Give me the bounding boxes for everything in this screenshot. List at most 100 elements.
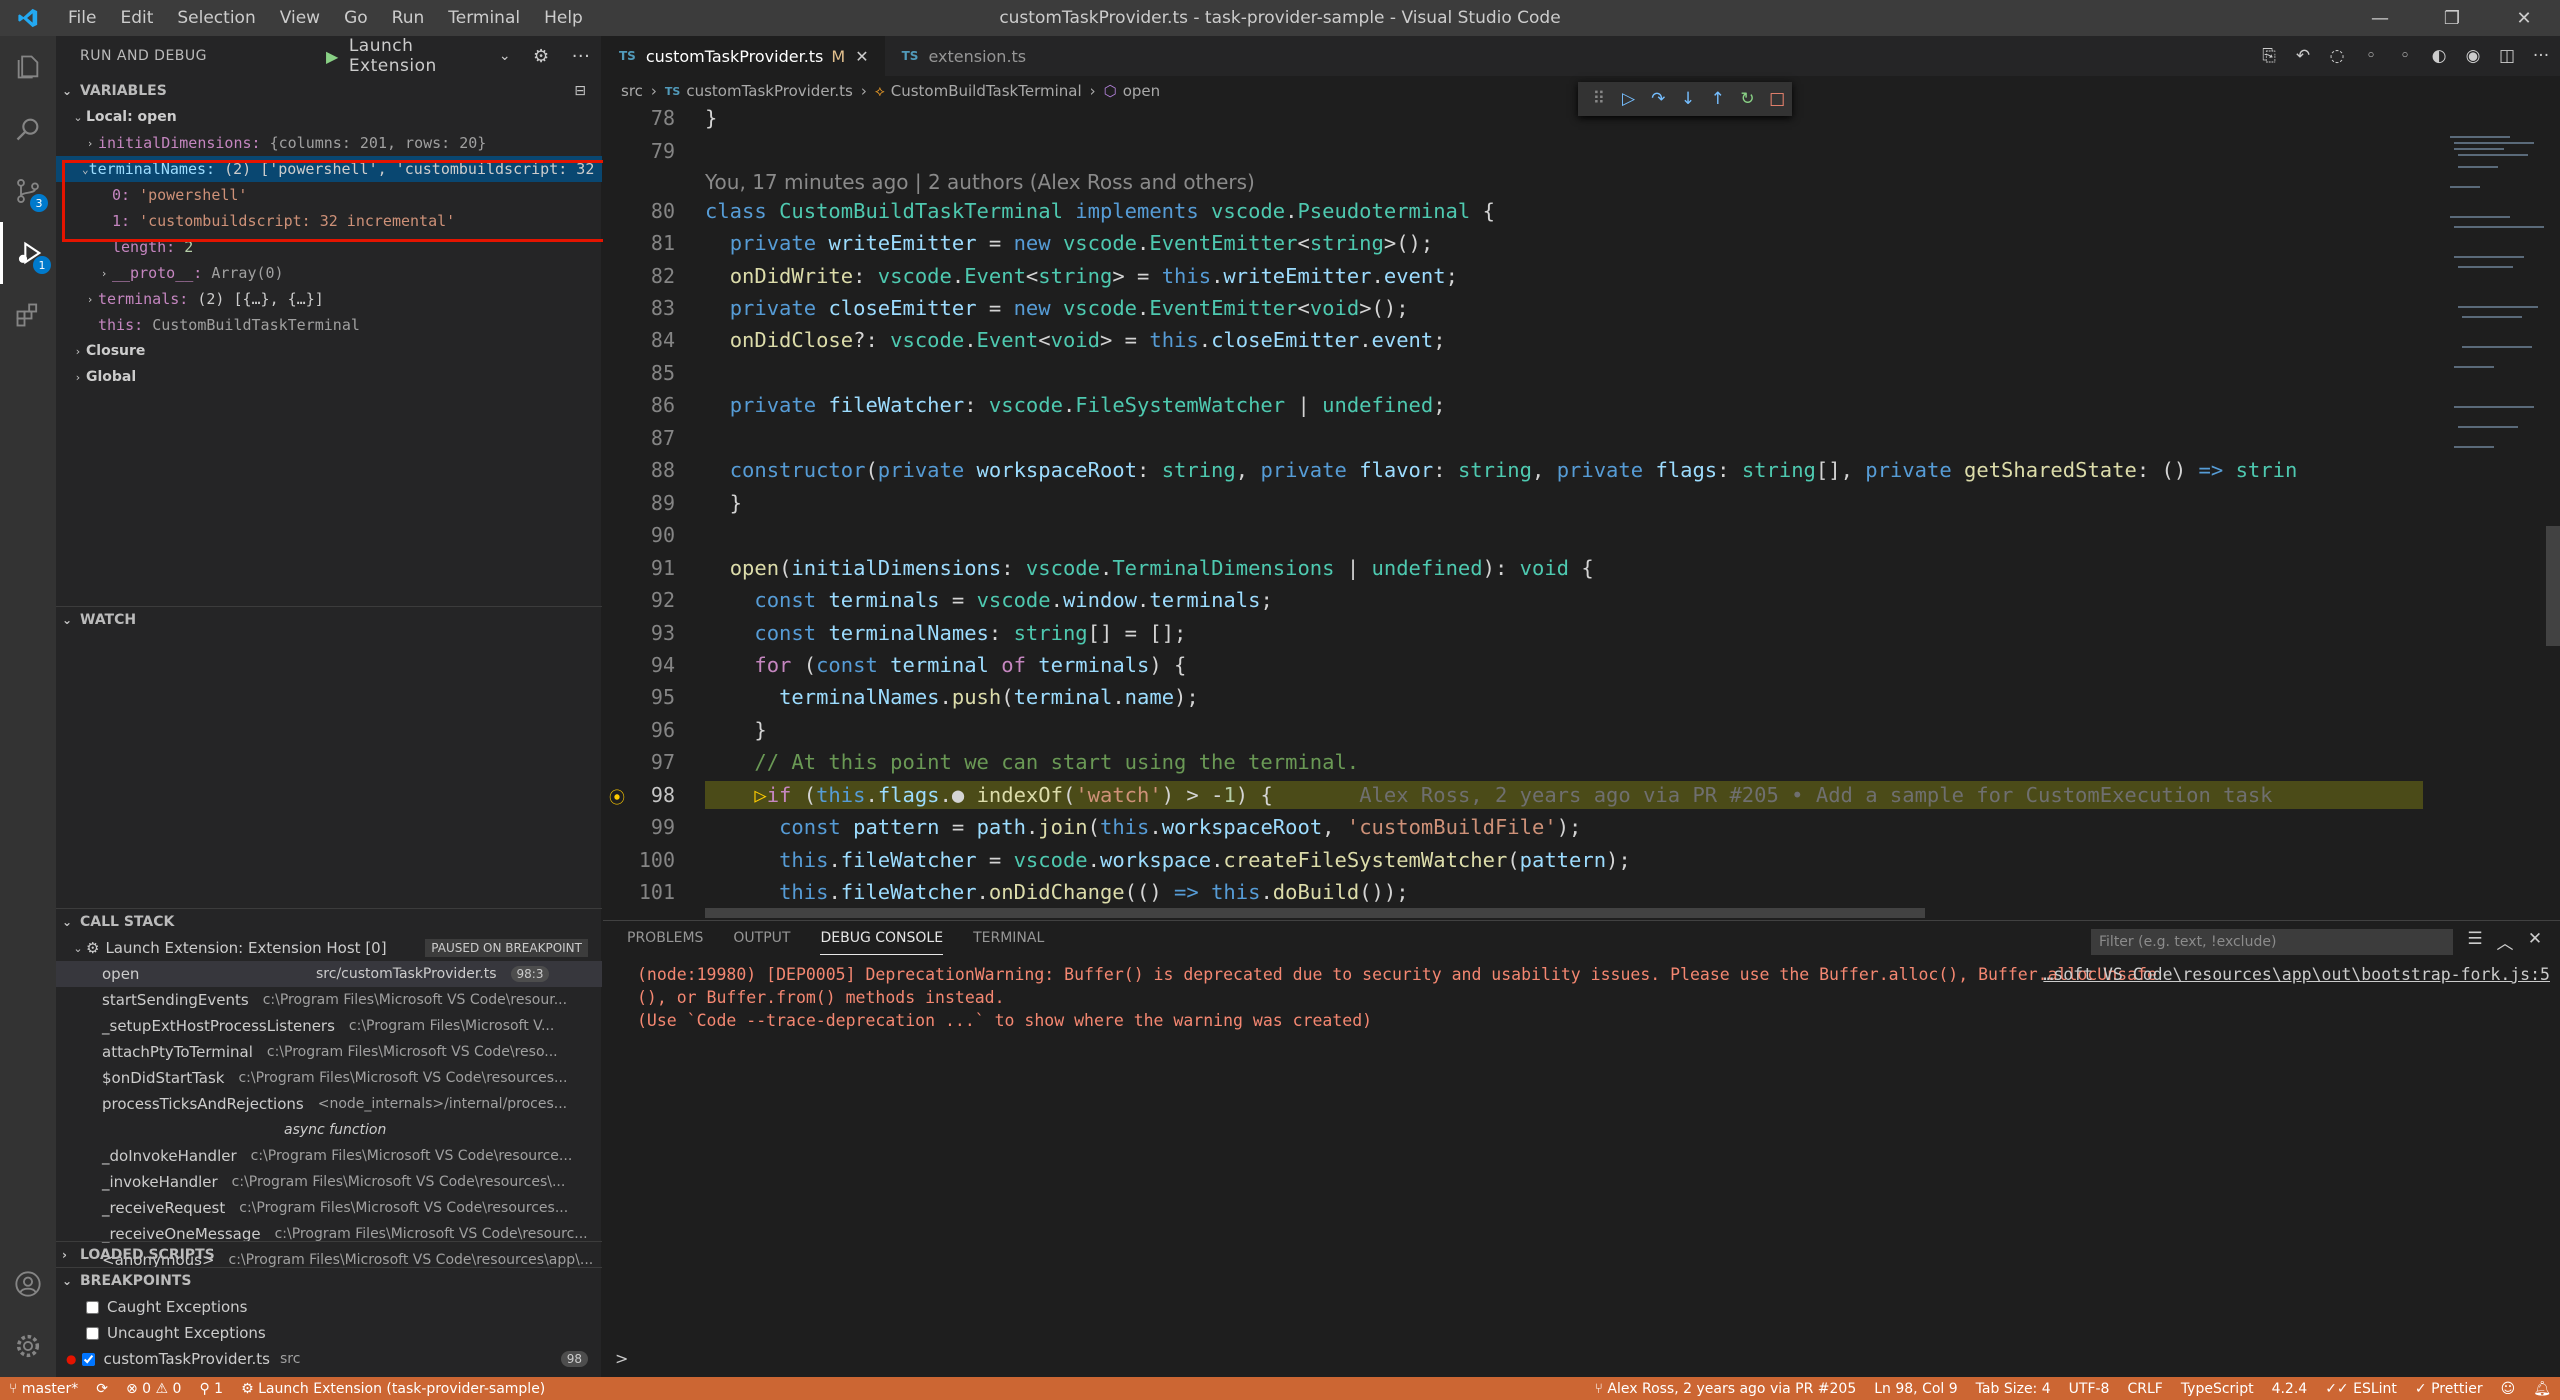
watch-header[interactable]: ⌄ WATCH <box>56 607 602 633</box>
variable-row[interactable]: › initialDimensions: {columns: 201, rows… <box>56 130 602 156</box>
launch-config-label[interactable]: Launch Extension <box>349 36 499 76</box>
debug-session-item[interactable]: ⚙ Launch Extension (task-provider-sample… <box>232 1381 554 1397</box>
tab-extension[interactable]: TS extension.ts <box>886 36 1044 76</box>
current-breakpoint-icon[interactable]: ⦿ <box>609 784 625 808</box>
breadcrumb-method[interactable]: open <box>1123 82 1160 100</box>
more-actions-icon[interactable]: ··· <box>2526 46 2556 66</box>
vertical-scrollbar[interactable] <box>2546 106 2560 920</box>
stack-frame[interactable]: _receiveRequest c:\Program Files\Microso… <box>56 1195 602 1221</box>
notifications-icon[interactable]: 🔔︎ <box>2524 1381 2560 1397</box>
preview-icon[interactable]: ◉ <box>2458 46 2488 66</box>
breadcrumb-class[interactable]: CustomBuildTaskTerminal <box>891 82 1082 100</box>
uncaught-exceptions-checkbox[interactable] <box>86 1326 99 1340</box>
tab-debug-console[interactable]: DEBUG CONSOLE <box>820 921 944 955</box>
eslint-item[interactable]: ✓✓ ESLint <box>2316 1381 2406 1397</box>
code-editor[interactable]: 78 79 80 81 82 83 84 85 86 87 88 89 90 9… <box>603 106 2423 920</box>
search-icon[interactable] <box>0 98 56 160</box>
breadcrumb-file[interactable]: customTaskProvider.ts <box>686 82 852 100</box>
run-debug-icon[interactable]: 1 <box>0 222 56 284</box>
menu-run[interactable]: Run <box>380 0 437 36</box>
source-control-icon[interactable]: 3 <box>0 160 56 222</box>
line-ending[interactable]: CRLF <box>2118 1381 2171 1397</box>
toggle-blame-icon[interactable]: ◐ <box>2424 46 2454 66</box>
scope-local[interactable]: ⌄ Local: open <box>56 104 602 130</box>
tab-problems[interactable]: PROBLEMS <box>627 921 703 955</box>
language-mode[interactable]: TypeScript <box>2172 1381 2263 1397</box>
tab-terminal[interactable]: TERMINAL <box>973 921 1044 955</box>
tab-output[interactable]: OUTPUT <box>733 921 790 955</box>
explorer-icon[interactable] <box>0 36 56 98</box>
menu-go[interactable]: Go <box>332 0 380 36</box>
close-panel-icon[interactable]: ✕ <box>2520 929 2550 954</box>
loaded-scripts-header[interactable]: › LOADED SCRIPTS <box>56 1242 602 1268</box>
breakpoint-uncaught-exceptions[interactable]: Uncaught Exceptions <box>56 1320 602 1346</box>
more-actions-icon[interactable]: ··· <box>572 46 591 67</box>
timeline-prev-icon[interactable]: ↶ <box>2288 46 2318 66</box>
launch-config-picker[interactable]: ▶ Launch Extension ⌄ ⚙ ··· <box>326 36 612 76</box>
prettier-item[interactable]: ✓ Prettier <box>2406 1381 2492 1397</box>
extensions-icon[interactable] <box>0 284 56 346</box>
clear-console-icon[interactable]: ☰ <box>2460 929 2490 954</box>
variable-row[interactable]: this: CustomBuildTaskTerminal <box>56 312 602 338</box>
stack-frame[interactable]: _invokeHandler c:\Program Files\Microsof… <box>56 1169 602 1195</box>
minimap[interactable] <box>2440 106 2560 920</box>
next-change-icon[interactable]: ◦ <box>2390 46 2420 66</box>
tab-size[interactable]: Tab Size: 4 <box>1967 1381 2060 1397</box>
breakpoint-caught-exceptions[interactable]: Caught Exceptions <box>56 1294 602 1320</box>
accounts-icon[interactable] <box>0 1253 56 1315</box>
cursor-position[interactable]: Ln 98, Col 9 <box>1865 1381 1966 1397</box>
start-debug-icon[interactable]: ▶ <box>326 47 339 66</box>
stack-frame-current[interactable]: open src/customTaskProvider.ts 98:3 <box>56 961 602 987</box>
git-compare-icon[interactable]: ◌ <box>2322 46 2352 66</box>
breakpoint-file[interactable]: ● customTaskProvider.ts src 98 <box>56 1346 602 1372</box>
gear-icon[interactable]: ⚙ <box>533 46 550 67</box>
minimize-icon[interactable]: — <box>2344 0 2416 36</box>
stack-frame[interactable]: startSendingEvents c:\Program Files\Micr… <box>56 987 602 1013</box>
sync-icon[interactable]: ⟳ <box>87 1381 117 1397</box>
problems-item[interactable]: ⊗ 0 ⚠ 0 <box>117 1381 190 1397</box>
menu-terminal[interactable]: Terminal <box>436 0 532 36</box>
code-lens-blame[interactable]: You, 17 minutes ago | 2 authors (Alex Ro… <box>705 170 1255 194</box>
menu-file[interactable]: File <box>56 0 108 36</box>
stack-frame[interactable]: $onDidStartTask c:\Program Files\Microso… <box>56 1065 602 1091</box>
encoding[interactable]: UTF-8 <box>2060 1381 2119 1397</box>
prev-change-icon[interactable]: ◦ <box>2356 46 2386 66</box>
console-filter-input[interactable]: Filter (e.g. text, !exclude) <box>2091 929 2453 955</box>
menu-selection[interactable]: Selection <box>165 0 267 36</box>
console-source-link[interactable]: …soft VS Code\resources\app\out\bootstra… <box>2043 965 2550 984</box>
scope-closure[interactable]: › Closure <box>56 338 602 364</box>
ports-item[interactable]: ⚲ 1 <box>190 1381 232 1397</box>
open-changes-icon[interactable]: ⎘ <box>2254 46 2284 66</box>
breadcrumb-folder[interactable]: src <box>621 82 643 100</box>
scope-global[interactable]: › Global <box>56 364 602 390</box>
variable-row[interactable]: › __proto__: Array(0) <box>56 260 602 286</box>
stack-frame[interactable]: _doInvokeHandler c:\Program Files\Micros… <box>56 1143 602 1169</box>
restore-icon[interactable]: ❐ <box>2416 0 2488 36</box>
call-stack-header[interactable]: ⌄ CALL STACK <box>56 909 602 935</box>
stack-frame[interactable]: _setupExtHostProcessListeners c:\Program… <box>56 1013 602 1039</box>
ts-version[interactable]: 4.2.4 <box>2263 1381 2317 1397</box>
tab-customtaskprovider[interactable]: TS customTaskProvider.ts M ✕ <box>603 36 886 76</box>
chevron-down-icon[interactable]: ⌄ <box>499 48 511 64</box>
variables-header[interactable]: ⌄ VARIABLES ⊟ <box>56 78 602 104</box>
horizontal-scrollbar[interactable] <box>705 908 2423 918</box>
close-tab-icon[interactable]: ✕ <box>855 47 868 66</box>
maximize-panel-icon[interactable]: ︿ <box>2490 929 2520 954</box>
breakpoints-header[interactable]: ⌄ BREAKPOINTS <box>56 1268 602 1294</box>
stack-frame[interactable]: attachPtyToTerminal c:\Program Files\Mic… <box>56 1039 602 1065</box>
settings-gear-icon[interactable] <box>0 1315 56 1377</box>
collapse-all-icon[interactable]: ⊟ <box>574 83 586 99</box>
branch-item[interactable]: ⑂ master* <box>0 1381 87 1397</box>
caught-exceptions-checkbox[interactable] <box>86 1300 99 1314</box>
close-window-icon[interactable]: ✕ <box>2488 0 2560 36</box>
feedback-icon[interactable]: ☺ <box>2492 1381 2525 1397</box>
menu-view[interactable]: View <box>268 0 332 36</box>
call-stack-thread[interactable]: ⌄ ⚙ Launch Extension: Extension Host [0]… <box>56 935 602 961</box>
menu-help[interactable]: Help <box>532 0 595 36</box>
variable-row[interactable]: › terminals: (2) [{…}, {…}] <box>56 286 602 312</box>
menu-edit[interactable]: Edit <box>108 0 165 36</box>
split-editor-icon[interactable]: ◫ <box>2492 46 2522 66</box>
blame-item[interactable]: ⑂ Alex Ross, 2 years ago via PR #205 <box>1586 1381 1866 1397</box>
stack-frame[interactable]: processTicksAndRejections <node_internal… <box>56 1091 602 1117</box>
breakpoint-checkbox[interactable] <box>82 1352 96 1366</box>
